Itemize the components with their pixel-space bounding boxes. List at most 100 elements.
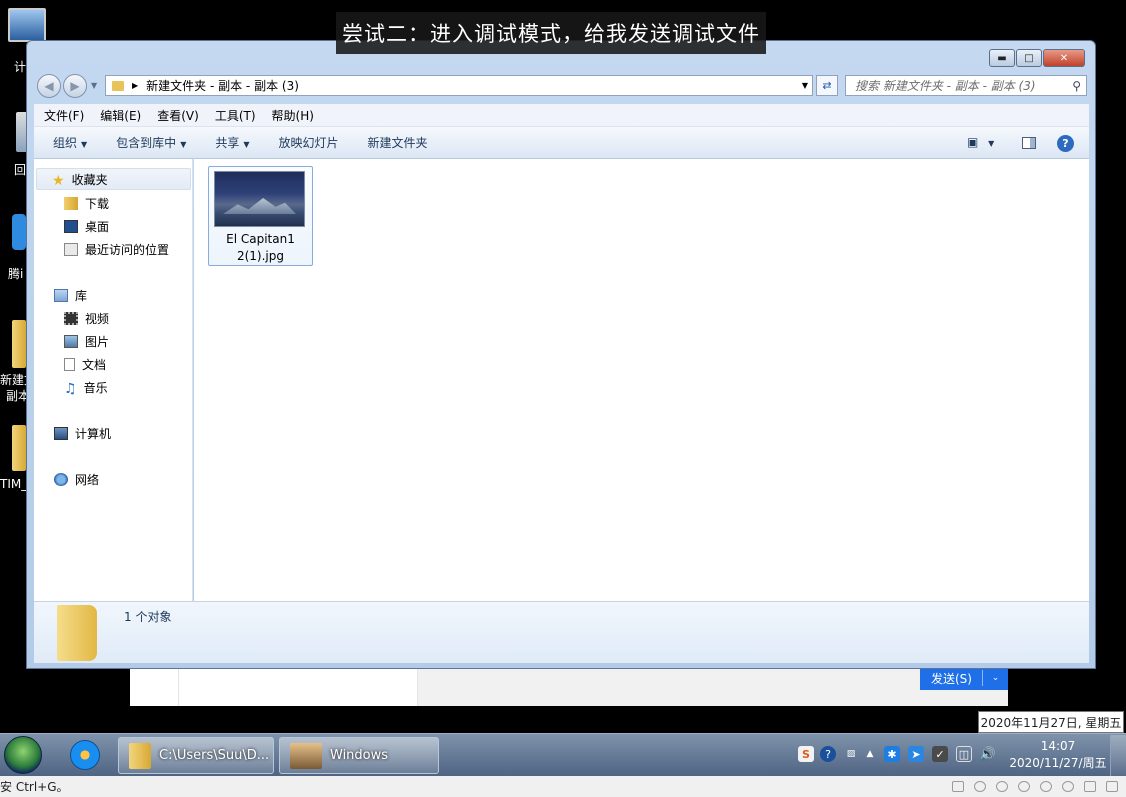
language-icon[interactable]: ▨: [843, 746, 859, 762]
taskbar-windows-label: Windows: [330, 748, 389, 763]
pinned-app-icon[interactable]: [70, 740, 100, 770]
file-list-pane[interactable]: El Capitan1 2(1).jpg: [194, 159, 1089, 601]
desktop-icon-computer[interactable]: 计: [0, 8, 46, 74]
nav-music-label: 音乐: [83, 381, 108, 395]
system-clock[interactable]: 14:07 2020/11/27/周五: [1008, 738, 1108, 772]
menu-edit[interactable]: 编辑(E): [100, 107, 141, 124]
thunder-tray-icon[interactable]: ➤: [908, 746, 924, 762]
nav-documents[interactable]: 文档: [64, 356, 106, 373]
nav-pictures-label: 图片: [85, 335, 110, 349]
back-button[interactable]: ◀: [37, 74, 61, 98]
close-button[interactable]: ✕: [1043, 49, 1085, 67]
bottom-status-strip: 安 Ctrl+G。: [0, 776, 1126, 797]
menu-help[interactable]: 帮助(H): [272, 107, 314, 124]
item-count: 1 个对象: [124, 610, 172, 624]
settings-icon[interactable]: [1106, 781, 1118, 792]
show-hidden-icons-icon[interactable]: ▲: [862, 746, 878, 762]
folder-icon: [112, 80, 124, 91]
nav-pictures[interactable]: 图片: [64, 333, 109, 350]
volume-icon[interactable]: 🔊: [980, 746, 996, 762]
send-button[interactable]: 发送(S) ⌄: [920, 666, 1008, 690]
security-tray-icon[interactable]: ✓: [932, 746, 948, 762]
recent-places-icon: [64, 243, 78, 256]
organize-label: 组织: [53, 136, 78, 150]
nav-computer-label: 计算机: [75, 427, 112, 441]
change-view-button[interactable]: ▣ ▼: [967, 135, 994, 149]
refresh-button[interactable]: ⇄: [816, 75, 838, 96]
file-name: El Capitan1 2(1).jpg: [209, 231, 312, 265]
taskbar-explorer-button[interactable]: C:\Users\Suu\D...: [118, 737, 274, 774]
preview-pane-button[interactable]: [1022, 137, 1036, 149]
minimize-button[interactable]: ▬: [989, 49, 1015, 67]
search-icon[interactable]: ⚲: [1072, 79, 1081, 93]
nav-computer[interactable]: 计算机: [54, 425, 111, 442]
computer-icon: [54, 427, 68, 440]
help-icon[interactable]: ?: [1057, 135, 1074, 152]
navigation-pane: ★ 收藏夹 下载 桌面 最近访问的位置 库 视频 图片 文档 ♫ 音乐 计算机 …: [34, 159, 193, 601]
taskbar-explorer-label: C:\Users\Suu\D...: [159, 748, 270, 763]
record-icon[interactable]: [1062, 781, 1074, 792]
brush-icon[interactable]: [1018, 781, 1030, 792]
include-in-library-button[interactable]: 包含到库中 ▼: [116, 134, 186, 151]
file-item[interactable]: El Capitan1 2(1).jpg: [208, 166, 313, 266]
address-dropdown-icon[interactable]: ▼: [802, 81, 808, 90]
network-status-icon[interactable]: ◫: [956, 746, 972, 762]
nav-music[interactable]: ♫ 音乐: [64, 379, 108, 397]
nav-network-label: 网络: [75, 473, 100, 487]
nav-desktop[interactable]: 桌面: [64, 218, 109, 235]
address-path: 新建文件夹 - 副本 - 副本 (3): [146, 79, 299, 93]
nav-videos[interactable]: 视频: [64, 310, 109, 327]
nav-network[interactable]: 网络: [54, 471, 99, 488]
smile-icon[interactable]: [1040, 781, 1052, 792]
new-folder-button[interactable]: 新建文件夹: [368, 134, 428, 151]
slideshow-button[interactable]: 放映幻灯片: [279, 134, 339, 151]
tencent-app-icon: [12, 214, 26, 250]
view-icon: ▣: [967, 135, 979, 149]
recent-pages-dropdown[interactable]: ▼: [91, 81, 97, 90]
window-thumbnail-icon: [290, 742, 322, 769]
help-icon[interactable]: ?: [820, 746, 836, 762]
search-input[interactable]: 搜索 新建文件夹 - 副本 - 副本 (3) ⚲: [845, 75, 1087, 96]
chat-input-area[interactable]: [178, 668, 418, 706]
maximize-button[interactable]: □: [1016, 49, 1042, 67]
nav-desktop-label: 桌面: [85, 220, 110, 234]
music-note-icon: ♫: [64, 381, 77, 397]
forward-button[interactable]: ▶: [63, 74, 87, 98]
desktop-icon: [64, 220, 78, 233]
circle-icon[interactable]: [974, 781, 986, 792]
menu-tools[interactable]: 工具(T): [215, 107, 256, 124]
breadcrumb-arrow-icon[interactable]: ▶: [132, 81, 138, 90]
nav-favorites-label: 收藏夹: [71, 172, 108, 187]
folder-icon[interactable]: [1084, 781, 1096, 792]
show-desktop-button[interactable]: [1110, 735, 1126, 776]
nav-favorites[interactable]: ★ 收藏夹: [36, 168, 191, 190]
pictures-icon: [64, 335, 78, 348]
app-tray-icon[interactable]: ✱: [884, 746, 900, 762]
clock-date: 2020/11/27/周五: [1009, 756, 1107, 770]
sogou-input-icon[interactable]: S: [798, 746, 814, 762]
nav-libraries[interactable]: 库: [54, 287, 87, 304]
video-subtitle: 尝试二：进入调试模式，给我发送调试文件: [336, 12, 766, 54]
chevron-down-icon: ▼: [988, 139, 995, 148]
share-button[interactable]: 共享 ▼: [215, 134, 249, 151]
taskbar-windows-button[interactable]: Windows: [279, 737, 439, 774]
details-pane: 1 个对象: [34, 601, 1089, 663]
folder-icon: [57, 605, 97, 661]
cursor-icon[interactable]: [996, 781, 1008, 792]
nav-downloads[interactable]: 下载: [64, 195, 109, 212]
menu-view[interactable]: 查看(V): [157, 107, 199, 124]
documents-icon: [64, 358, 75, 371]
mountain-graphic: [223, 198, 296, 214]
chevron-down-icon[interactable]: ⌄: [983, 673, 1008, 683]
organize-button[interactable]: 组织 ▼: [53, 134, 87, 151]
nav-recent-places[interactable]: 最近访问的位置: [64, 241, 169, 258]
desktop-icon-label: 腾i: [8, 267, 24, 281]
nav-downloads-label: 下载: [85, 197, 110, 211]
star-icon: ★: [52, 172, 65, 189]
folder-icon: [129, 742, 151, 769]
monitor-icon[interactable]: [952, 781, 964, 792]
start-button[interactable]: [4, 736, 42, 774]
include-library-label: 包含到库中: [116, 136, 177, 150]
address-bar[interactable]: ▶ 新建文件夹 - 副本 - 副本 (3) ▼: [105, 75, 813, 96]
menu-file[interactable]: 文件(F): [44, 107, 84, 124]
